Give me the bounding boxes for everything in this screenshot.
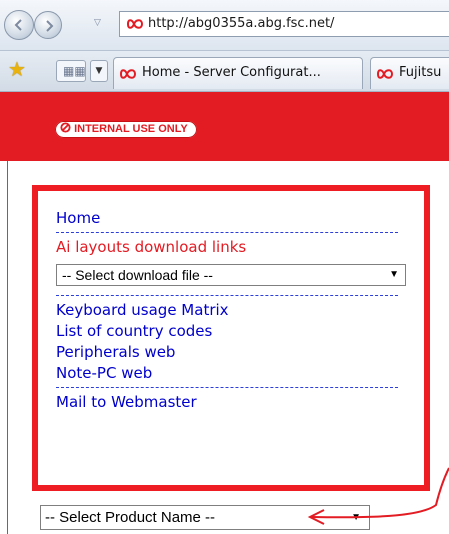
product-name-select-value: -- Select Product Name -- (45, 509, 216, 526)
navigation-menu: Home Ai layouts download links -- Select… (56, 208, 406, 413)
menu-link-note-pc-web[interactable]: Note-PC web (56, 363, 406, 384)
tab-label: Fujitsu (399, 65, 442, 80)
site-favicon-icon (127, 19, 143, 29)
back-button[interactable] (4, 10, 34, 40)
browser-navigation-bar: ▽ http://abg0355a.abg.fsc.net/ (0, 0, 449, 51)
arrow-right-icon (46, 20, 54, 32)
product-name-select[interactable]: -- Select Product Name -- ▼ (40, 505, 370, 530)
download-file-select-value: -- Select download file -- (62, 267, 213, 283)
quick-tabs-button[interactable]: ▦▦ (56, 60, 86, 82)
download-file-select[interactable]: -- Select download file -- ▼ (56, 264, 406, 286)
internal-use-badge: INTERNAL USE ONLY (55, 121, 197, 138)
menu-divider (56, 295, 398, 296)
menu-divider (56, 387, 398, 388)
favorites-star-icon[interactable]: ★ (8, 59, 26, 79)
menu-link-ai-layouts[interactable]: Ai layouts download links (56, 237, 406, 258)
tab-fujitsu[interactable]: Fujitsu (370, 57, 449, 89)
badge-text: INTERNAL USE ONLY (74, 123, 188, 135)
menu-link-peripherals-web[interactable]: Peripherals web (56, 342, 406, 363)
history-dropdown-icon[interactable]: ▽ (94, 18, 101, 28)
page-left-border (7, 161, 8, 534)
tab-home-server-configuration[interactable]: Home - Server Configurat... (113, 57, 363, 89)
menu-divider (56, 232, 398, 233)
tab-label: Home - Server Configurat... (142, 65, 321, 80)
grid-icon: ▦▦ (63, 64, 86, 78)
address-url-text: http://abg0355a.abg.fsc.net/ (148, 16, 335, 31)
site-favicon-icon (377, 69, 393, 79)
menu-link-country-codes[interactable]: List of country codes (56, 321, 406, 342)
menu-link-keyboard-usage-matrix[interactable]: Keyboard usage Matrix (56, 300, 406, 321)
browser-tab-bar: ★ ▦▦ ▼ Home - Server Configurat... Fujit… (0, 51, 449, 92)
menu-link-mail-webmaster[interactable]: Mail to Webmaster (56, 392, 406, 413)
chevron-down-icon: ▼ (389, 269, 399, 280)
arrow-left-icon (14, 19, 22, 31)
address-bar[interactable]: http://abg0355a.abg.fsc.net/ (119, 11, 449, 37)
no-entry-icon (60, 122, 71, 133)
chevron-down-icon: ▼ (351, 512, 361, 523)
menu-link-home[interactable]: Home (56, 208, 406, 229)
forward-button[interactable] (34, 11, 62, 39)
highlighted-navigation-menu: Home Ai layouts download links -- Select… (32, 185, 430, 491)
site-favicon-icon (120, 69, 136, 79)
tab-list-dropdown[interactable]: ▼ (90, 60, 108, 82)
